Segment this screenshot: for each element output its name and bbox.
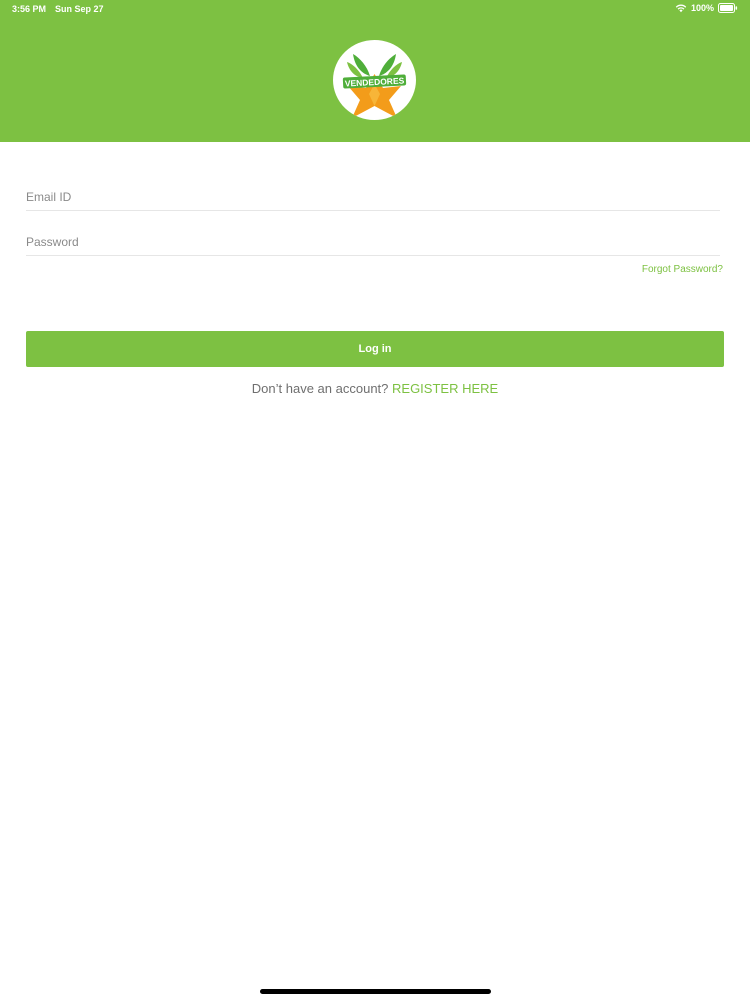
status-bar: 3:56 PM Sun Sep 27 100%	[0, 0, 750, 18]
battery-percentage: 100%	[690, 3, 714, 13]
wifi-icon	[675, 3, 687, 13]
register-link[interactable]: REGISTER HERE	[392, 381, 498, 396]
header-banner: 3:56 PM Sun Sep 27 100% VENDEDORES	[0, 0, 750, 142]
login-button[interactable]: Log in	[26, 331, 724, 367]
vendedores-logo: VENDEDORES	[333, 40, 416, 120]
register-prompt: Don’t have an account? REGISTER HERE	[0, 381, 750, 396]
status-time: 3:56 PM	[12, 4, 47, 14]
home-indicator	[260, 989, 491, 994]
status-indicators: 100%	[675, 3, 738, 13]
password-field[interactable]	[26, 231, 720, 256]
status-date: Sun Sep 27	[55, 4, 104, 14]
forgot-password-link[interactable]: Forgot Password?	[642, 264, 723, 275]
email-field[interactable]	[26, 186, 720, 211]
password-input[interactable]	[26, 231, 720, 253]
register-prompt-text: Don’t have an account?	[251, 381, 393, 396]
battery-icon	[718, 3, 738, 13]
email-input[interactable]	[26, 186, 720, 208]
